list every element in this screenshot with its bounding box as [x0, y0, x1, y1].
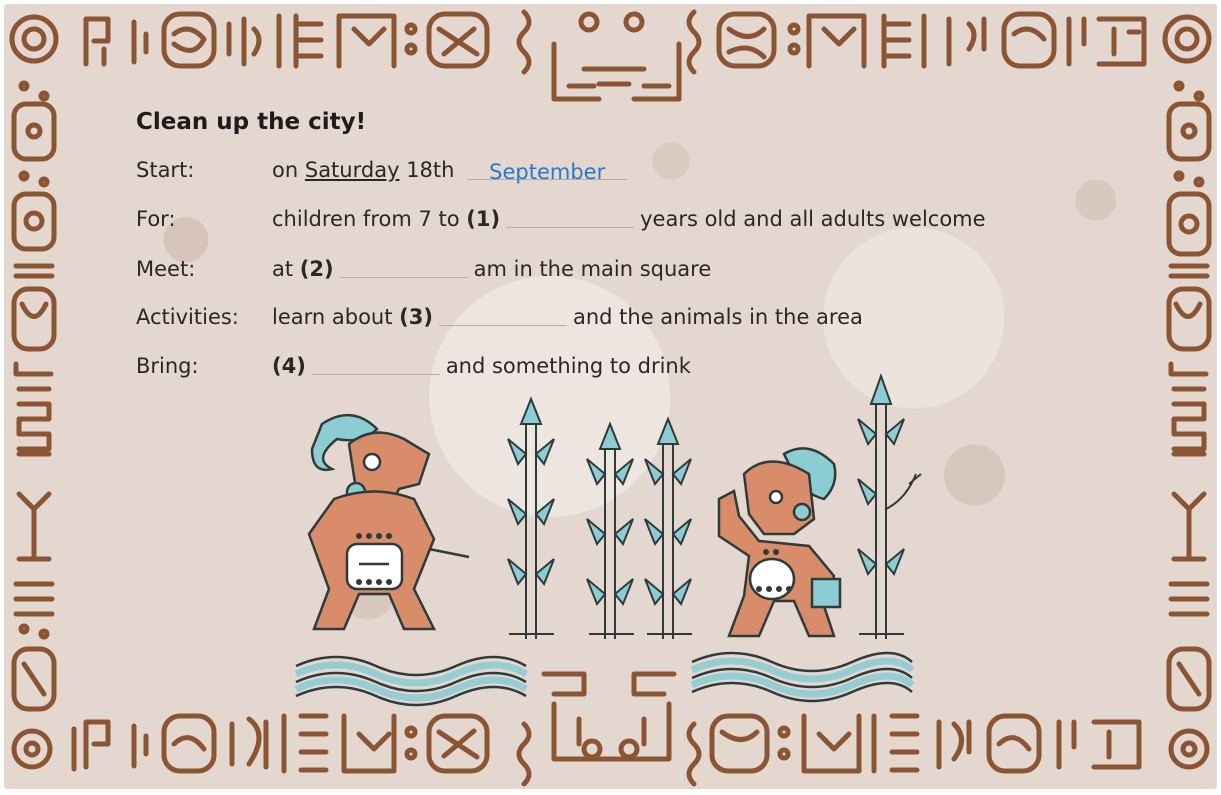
tree-4 — [857, 373, 922, 639]
gap-number: (2) — [299, 257, 334, 281]
row-text: (4) and something to drink — [272, 351, 691, 381]
example-answer: September — [467, 157, 628, 184]
tree-1 — [507, 396, 555, 639]
row-label: Start: — [136, 158, 195, 182]
answer-blank-4[interactable] — [311, 352, 440, 375]
text-pre: on — [272, 158, 299, 182]
tree-2 — [586, 421, 634, 639]
text-date: 18th — [406, 158, 455, 182]
row-text: on Saturday 18th September — [272, 155, 633, 185]
row-text: children from 7 to (1) years old and all … — [272, 204, 986, 234]
underlined-day: Saturday — [304, 158, 400, 182]
gap-number: (3) — [399, 305, 433, 329]
answer-blank-1[interactable] — [506, 205, 635, 228]
row-label: For: — [136, 207, 176, 231]
row-label: Meet: — [136, 257, 196, 281]
row-label: Activities: — [136, 305, 239, 329]
gap-number: (1) — [466, 207, 501, 231]
maya-figure-right — [717, 447, 842, 638]
answer-blank-2[interactable] — [339, 255, 468, 278]
text-post: am in the main square — [473, 257, 712, 281]
text-pre: children from 7 to — [272, 207, 460, 231]
answer-blank-3[interactable] — [438, 303, 567, 326]
gap-number: (4) — [272, 354, 306, 378]
text-pre: at — [272, 257, 294, 281]
text-pre: learn about — [272, 305, 393, 329]
row-label: Bring: — [136, 354, 199, 378]
poster-title: Clean up the city! — [136, 109, 367, 135]
worksheet-card: Clean up the city! Start: on Saturday 18… — [4, 4, 1217, 789]
text-post: years old and all adults welcome — [640, 207, 986, 231]
maya-figure-left — [307, 413, 470, 631]
row-text: at (2) am in the main square — [272, 254, 711, 284]
row-text: learn about (3) and the animals in the ar… — [272, 302, 863, 332]
tree-3 — [644, 416, 692, 639]
text-post: and the animals in the area — [572, 305, 863, 329]
text-post: and something to drink — [445, 354, 691, 378]
